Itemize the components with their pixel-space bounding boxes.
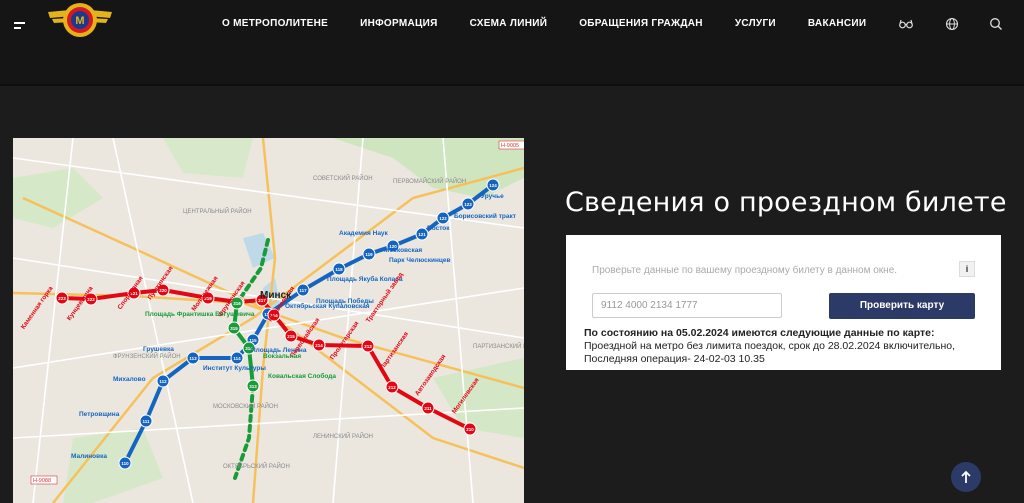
district-label: ПЕРВОМАЙСКИЙ РАЙОН (393, 177, 466, 185)
svg-text:315: 315 (230, 326, 238, 331)
result-line-2: Последняя операция- 24-02-03 10.35 (584, 353, 765, 365)
blue-station-label-113: Грушевка (143, 346, 174, 353)
svg-text:117: 117 (299, 288, 307, 293)
blue-station-label-122: Восток (427, 225, 450, 232)
green-station-label-316: Площадь Франтишка Богушевича (145, 311, 255, 318)
green-station-315[interactable]: 315 (227, 321, 241, 335)
blue-station-124[interactable]: 124 (486, 178, 500, 192)
district-label: ОКТЯБРЬСКИЙ РАЙОН (223, 462, 290, 470)
site-header (0, 0, 1024, 85)
red-station-223[interactable]: 223 (55, 291, 69, 305)
svg-text:118: 118 (335, 267, 343, 272)
svg-text:111: 111 (142, 419, 150, 424)
blue-station-123[interactable]: 123 (461, 197, 475, 211)
nav-about[interactable]: О МЕТРОПОЛИТЕНЕ (222, 18, 328, 29)
nav-lines-map[interactable]: СХЕМА ЛИНИЙ (470, 18, 548, 29)
main-nav: О МЕТРОПОЛИТЕНЕ ИНФОРМАЦИЯ СХЕМА ЛИНИЙ О… (222, 18, 898, 29)
check-card-button[interactable]: Проверить карту (829, 293, 975, 319)
blue-station-119[interactable]: 119 (362, 247, 376, 261)
svg-text:316: 316 (233, 301, 241, 306)
green-station-label-314: Вокзальная (263, 353, 301, 360)
blue-station-111[interactable]: 111 (139, 414, 153, 428)
district-label: ЦЕНТРАЛЬНЫЙ РАЙОН (183, 207, 252, 215)
search-icon[interactable] (989, 17, 1003, 31)
accessibility-glasses-icon[interactable] (899, 17, 913, 31)
svg-text:212: 212 (388, 385, 396, 390)
nav-services[interactable]: УСЛУГИ (735, 18, 776, 29)
svg-text:223: 223 (58, 296, 66, 301)
svg-text:M: M (75, 15, 84, 27)
district-label: СОВЕТСКИЙ РАЙОН (313, 174, 373, 182)
nav-appeals[interactable]: ОБРАЩЕНИЯ ГРАЖДАН (579, 18, 703, 29)
svg-text:124: 124 (489, 183, 497, 188)
svg-text:114: 114 (233, 356, 241, 361)
road-label: Н-9005 (501, 143, 519, 149)
svg-text:313: 313 (249, 384, 257, 389)
ticket-check-card: Проверьте данные по вашему проездному би… (566, 235, 1001, 370)
nav-vacancies[interactable]: ВАКАНСИИ (808, 18, 867, 29)
blue-station-label-116: Октябрьская Купаловская (285, 302, 370, 310)
blue-station-122[interactable]: 122 (436, 211, 450, 225)
svg-text:113: 113 (189, 356, 197, 361)
metro-logo[interactable]: M (44, 0, 116, 46)
blue-station-label-124: Уручье (481, 193, 504, 200)
blue-station-label-121: Московская (384, 247, 422, 254)
svg-text:215: 215 (287, 334, 295, 339)
svg-text:110: 110 (121, 461, 129, 466)
hint-text: Проверьте данные по вашему проездному би… (592, 265, 898, 276)
scroll-up-button[interactable] (951, 462, 981, 492)
red-station-215[interactable]: 215 (284, 329, 298, 343)
red-station-212[interactable]: 212 (385, 380, 399, 394)
svg-text:211: 211 (424, 406, 432, 411)
metro-map[interactable]: 1241231221211201191181171161151141131121… (13, 138, 524, 503)
blue-station-label-119: Академия Наук (339, 230, 389, 237)
district-label: ФРУНЗЕНСКИЙ РАЙОН (113, 352, 181, 360)
nav-information[interactable]: ИНФОРМАЦИЯ (360, 18, 438, 29)
svg-text:210: 210 (466, 427, 474, 432)
svg-text:119: 119 (365, 252, 373, 257)
blue-station-117[interactable]: 117 (296, 283, 310, 297)
road-label: Н-9088 (33, 478, 51, 484)
metro-map-svg: 1241231221211201191181171161151141131121… (13, 138, 524, 503)
ticket-info-title: Сведения о проездном билете (565, 187, 1007, 218)
svg-text:214: 214 (315, 343, 323, 348)
blue-station-label-112: Михалово (113, 376, 146, 383)
district-label: ПАРТИЗАНСКИЙ РАЙОН (473, 342, 524, 350)
blue-station-label-123: Борисовский тракт (454, 212, 516, 220)
red-station-211[interactable]: 211 (421, 401, 435, 415)
red-station-210[interactable]: 210 (463, 422, 477, 436)
red-station-214[interactable]: 214 (312, 338, 326, 352)
globe-icon[interactable] (945, 17, 959, 31)
blue-station-label-111: Петровщина (79, 411, 120, 418)
result-line-1: Проездной на метро без лимита поездок, с… (584, 340, 956, 352)
district-label: ЛЕНИНСКИЙ РАЙОН (313, 432, 373, 440)
svg-text:123: 123 (464, 202, 472, 207)
blue-station-label-110: Малиновка (71, 453, 107, 460)
svg-text:121: 121 (418, 232, 426, 237)
result-block: По состоянию на 05.02.2024 имеются следу… (584, 327, 994, 366)
header-divider (0, 84, 1024, 86)
blue-station-110[interactable]: 110 (118, 456, 132, 470)
blue-station-114[interactable]: 114 (230, 351, 244, 365)
info-icon[interactable]: i (959, 261, 975, 277)
blue-station-label-120: Парк Челюскинцев (389, 257, 451, 264)
blue-station-label-114: Институт Культуры (203, 365, 266, 372)
red-station-213[interactable]: 213 (361, 339, 375, 353)
blue-station-113[interactable]: 113 (186, 351, 200, 365)
svg-text:213: 213 (364, 344, 372, 349)
result-heading: По состоянию на 05.02.2024 имеются следу… (584, 327, 935, 339)
card-number-input[interactable]: 9112 4000 2134 1777 (592, 293, 782, 318)
city-label: Минск (260, 290, 292, 301)
green-station-313[interactable]: 313 (246, 379, 260, 393)
blue-station-112[interactable]: 112 (156, 374, 170, 388)
svg-text:112: 112 (159, 379, 167, 384)
district-label: МОСКОВСКИЙ РАЙОН (213, 402, 278, 410)
blue-station-118[interactable]: 118 (332, 262, 346, 276)
green-station-label-313: Ковальская Слобода (268, 372, 336, 380)
svg-text:122: 122 (439, 216, 447, 221)
menu-icon[interactable] (14, 22, 25, 32)
